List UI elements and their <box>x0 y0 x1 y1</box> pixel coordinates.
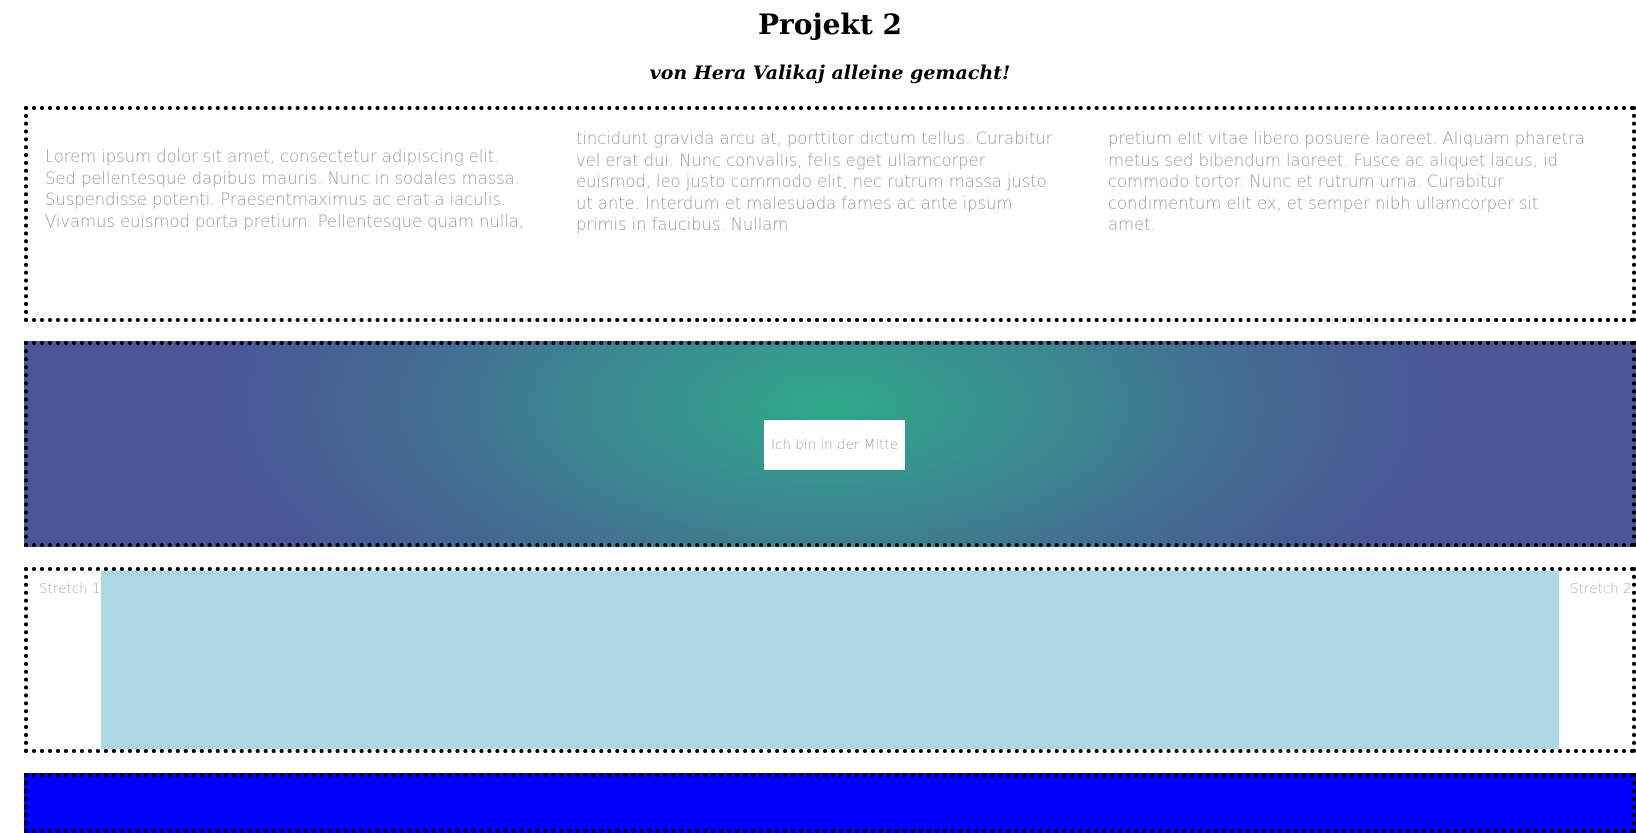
text-column-3: pretium elit vitae libero posuere laoree… <box>1108 129 1585 234</box>
center-box: Ich bin in der Mitte <box>764 420 905 470</box>
columns-section: Lorem ipsum dolor sit amet, consectetur … <box>24 106 1636 322</box>
blue-section <box>24 773 1636 833</box>
gradient-section: Ich bin in der Mitte <box>24 341 1636 547</box>
stretch-item-middle <box>101 571 1559 749</box>
stretch-item-1: Stretch 1 <box>39 581 101 597</box>
page-title: Projekt 2 <box>758 8 902 41</box>
page-subtitle: von Hera Valikaj alleine gemacht! <box>649 62 1011 84</box>
text-column-2: tincidunt gravida arcu at, porttitor dic… <box>576 129 1053 234</box>
stretch-item-2: Stretch 2 <box>1570 581 1632 597</box>
center-label: Ich bin in der Mitte <box>770 437 899 453</box>
stretch-section: Stretch 1 Stretch 2 <box>24 567 1636 753</box>
text-column-1: Lorem ipsum dolor sit amet, consectetur … <box>45 147 524 231</box>
